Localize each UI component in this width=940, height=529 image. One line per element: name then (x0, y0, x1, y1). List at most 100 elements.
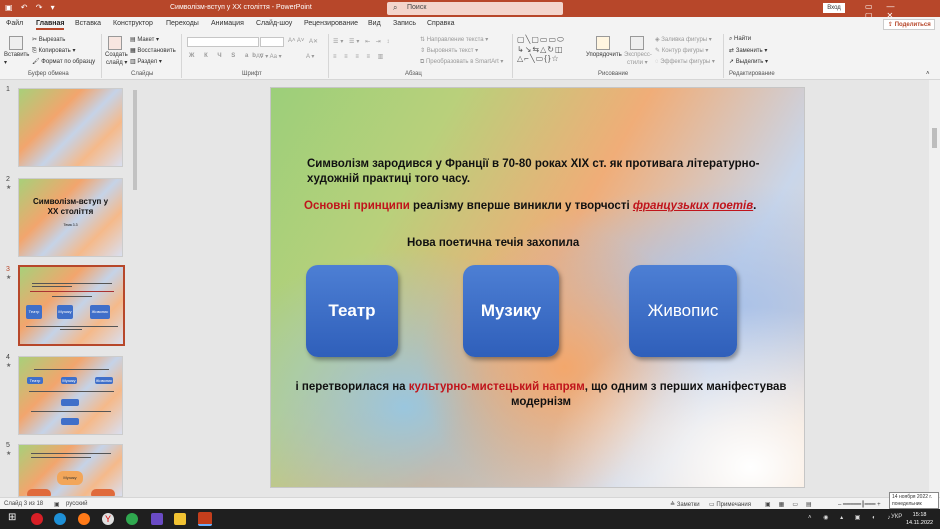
find-button[interactable]: ⌕ Найти (729, 36, 751, 43)
new-slide-icon[interactable] (108, 36, 122, 50)
mini-box (61, 399, 79, 406)
thumbnails-scrollbar[interactable] (132, 82, 138, 494)
ribbon-separator (512, 34, 513, 78)
slide-canvas[interactable]: Символізм зародився у Франції в 70-80 ро… (270, 87, 805, 488)
windows-taskbar: ⊞ Y ˄ ◉ ▴ ▣ ◐ ♪ УКР 15:18 14.11.2022 (0, 509, 940, 529)
arrange-icon[interactable] (596, 36, 610, 50)
view-buttons[interactable]: ▣▦▭▤ (765, 501, 820, 508)
format-painter-button[interactable]: 🖌 Формат по образцу (32, 58, 95, 65)
yandex-icon[interactable]: Y (102, 513, 114, 525)
transition-star-icon: ★ (6, 185, 12, 191)
align-text-button[interactable]: ⇕ Выровнять текст ▾ (420, 47, 478, 54)
quick-styles-button[interactable]: Экспресс- (624, 52, 652, 58)
tab-help[interactable]: Справка (427, 20, 454, 27)
box-music[interactable]: Музику (463, 265, 559, 357)
slide-thumbnail-1[interactable] (18, 88, 123, 167)
ribbon-separator (723, 34, 724, 78)
align-buttons[interactable]: ≡ ≡ ≡ ≡ ▥ (333, 53, 386, 60)
text-direction-button[interactable]: ⇅ Направление текста ▾ (420, 36, 488, 43)
cut-button[interactable]: ✂ Вырезать (32, 36, 65, 43)
input-language[interactable]: УКР (891, 514, 902, 520)
char-spacing-icon[interactable]: AV ▾ Aa ▾ (256, 53, 282, 60)
opera-icon[interactable] (31, 513, 43, 525)
font-size-buttons[interactable]: A˄ A˅ (288, 38, 304, 44)
slide-thumbnail-2[interactable]: Символізм-вступ у XX століття Тема 3.3 (18, 178, 123, 257)
login-button[interactable]: Вход (823, 3, 845, 13)
viber-icon[interactable] (151, 513, 163, 525)
tab-transitions[interactable]: Переходы (166, 20, 199, 27)
box-theatre[interactable]: Театр (306, 265, 398, 357)
replace-button[interactable]: ⇄ Заменить ▾ (729, 47, 767, 54)
language-indicator[interactable]: русский (66, 501, 88, 507)
document-title: Символізм-вступ у XX століття - PowerPoi… (170, 4, 312, 11)
layout-button[interactable]: ▤ Макет ▾ (130, 36, 159, 43)
font-size-combo[interactable] (260, 37, 284, 47)
shape-effects-button[interactable]: ◌ Эффекты фигуры ▾ (655, 58, 715, 65)
tab-insert[interactable]: Вставка (75, 20, 101, 27)
system-tray-icons[interactable]: ˄ ◉ ▴ ▣ ◐ ♪ (808, 514, 895, 521)
slide-counter: Слайд 3 из 18 (4, 501, 44, 507)
shape-fill-button[interactable]: ◈ Заливка фигуры ▾ (655, 36, 712, 43)
reset-button[interactable]: ▦ Восстановить (130, 47, 176, 54)
chrome-icon[interactable] (126, 513, 138, 525)
quick-styles-icon[interactable] (630, 36, 644, 50)
list-buttons[interactable]: ☰▾ ☰▾ ⇤ ⇥ ↕ (333, 38, 392, 45)
select-button[interactable]: ➚ Выделить ▾ (729, 58, 768, 65)
comments-button[interactable]: ▭ Примечания (709, 501, 751, 508)
file-explorer-icon[interactable] (174, 513, 186, 525)
thumb-number: 4 (6, 354, 10, 361)
status-bar: Слайд 3 из 18 ▣ русский ≙ Заметки ▭ Прим… (0, 497, 940, 509)
shapes-gallery[interactable]: ▢╲▢▭▭⬭ ↳↘⇆△↻◫ △⌐╲▭{}☆ (517, 35, 565, 63)
notes-button[interactable]: ≙ Заметки (670, 501, 700, 508)
tab-animation[interactable]: Анимация (211, 20, 244, 27)
editor-vertical-scrollbar[interactable] (929, 80, 940, 497)
proofing-icon[interactable]: ▣ (54, 501, 60, 508)
edge-icon[interactable] (54, 513, 66, 525)
scroll-thumb[interactable] (932, 128, 937, 148)
share-button[interactable]: ⇪ Поделиться (883, 19, 935, 30)
paste-button[interactable]: Вставить (4, 52, 29, 58)
scroll-thumb[interactable] (133, 90, 137, 190)
tab-home[interactable]: Главная (36, 20, 65, 30)
tab-view[interactable]: Вид (368, 20, 381, 27)
tab-file[interactable]: Файл (6, 20, 23, 27)
search-box[interactable]: ⌕ Поиск (387, 2, 563, 15)
new-slide-button[interactable]: Создать (105, 52, 128, 58)
windows-start-icon[interactable]: ⊞ (8, 512, 20, 524)
paragraph-group-label: Абзац (405, 71, 422, 77)
paste-icon[interactable] (9, 36, 23, 50)
firefox-icon[interactable] (78, 513, 90, 525)
mini-text-line (31, 411, 111, 412)
cursor-icon: ➚ (729, 59, 736, 65)
slide-text-conclusion[interactable]: і перетворилася на культурно-мистецький … (286, 380, 796, 410)
slide-thumbnail-3[interactable]: Театр Музику Живопис (18, 265, 125, 346)
copy-button[interactable]: ⎘ Копировать ▾ (32, 47, 75, 55)
clear-format-icon[interactable]: A✕ (309, 38, 318, 45)
quick-access-toolbar[interactable]: ▣ ↶ ↷ ▾ (5, 3, 58, 12)
zoom-slider[interactable]: – ━━━━━┃━━━ + (838, 501, 881, 508)
box-painting[interactable]: Живопис (629, 265, 737, 357)
tab-slideshow[interactable]: Слайд-шоу (256, 20, 292, 27)
new-slide-dropdown[interactable]: слайд ▾ (106, 59, 127, 66)
scissors-icon: ✂ (32, 37, 39, 43)
tab-review[interactable]: Рецензирование (304, 20, 358, 27)
slide-text-movement[interactable]: Нова поетична течія захопила (407, 236, 647, 251)
powerpoint-icon[interactable] (198, 512, 212, 526)
arrange-button[interactable]: Упорядочить (586, 52, 622, 58)
collapse-ribbon-icon[interactable]: ˄ (926, 71, 930, 77)
slide-thumbnail-4[interactable]: Театр Музику Живопис (18, 356, 123, 435)
tab-record[interactable]: Запись (393, 20, 416, 27)
shape-outline-button[interactable]: ✎ Контур фигуры ▾ (655, 47, 708, 54)
section-button[interactable]: ▥ Раздел ▾ (130, 58, 162, 65)
slides-group-label: Слайды (131, 71, 154, 77)
taskbar-clock[interactable]: 15:18 14.11.2022 (906, 511, 933, 527)
paste-dropdown-icon[interactable]: ▾ (4, 59, 7, 66)
tab-design[interactable]: Конструктор (113, 20, 153, 27)
font-name-combo[interactable] (187, 37, 259, 47)
font-color-icon[interactable]: A ▾ (306, 53, 314, 60)
smartart-button[interactable]: ⧉ Преобразовать в SmartArt ▾ (420, 58, 503, 66)
slide-text-intro[interactable]: Символізм зародився у Франції в 70-80 ро… (307, 157, 777, 187)
thumb-number: 1 (6, 86, 10, 93)
slide-text-principles[interactable]: Основні принципи реалізму вперше виникли… (304, 199, 794, 214)
slide-thumbnail-5[interactable]: Музику (18, 444, 123, 497)
